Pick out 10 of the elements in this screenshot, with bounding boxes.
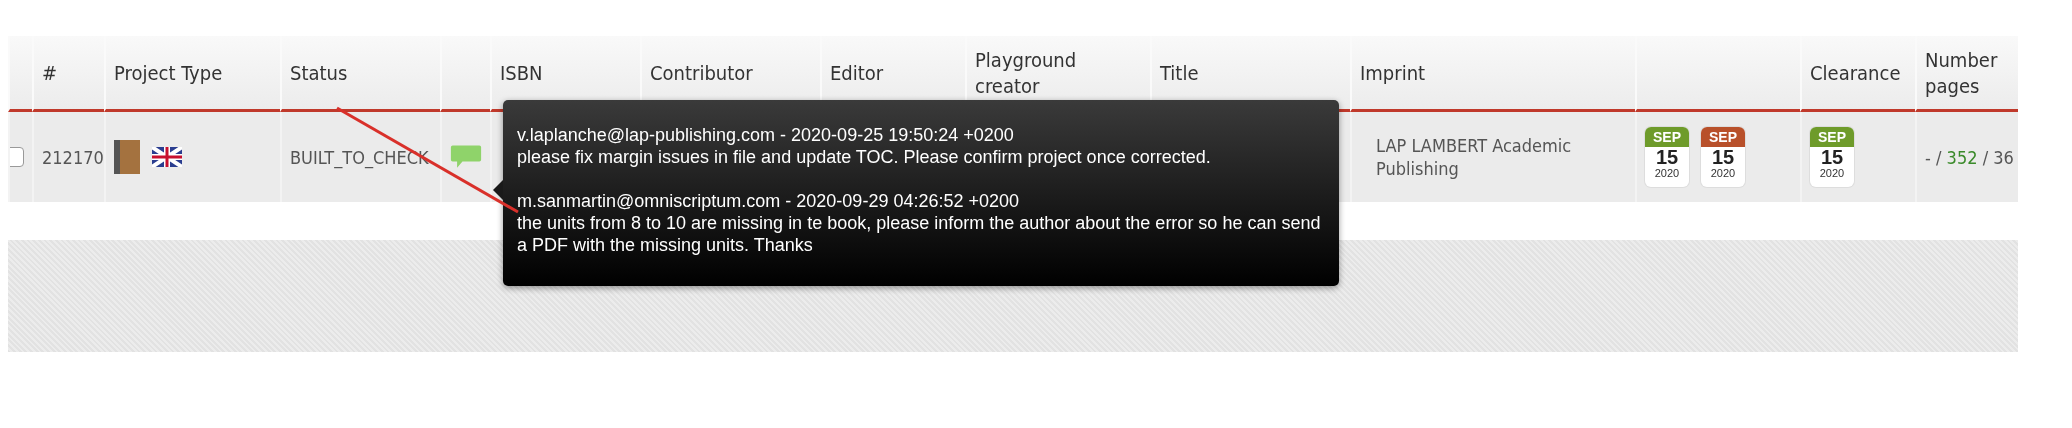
comment-header: m.sanmartin@omniscriptum.com - 2020-09-29 04:26:52 +0200 (517, 190, 1021, 212)
id-cell: 212170 (42, 146, 104, 168)
date-badge: SEP 15 2020 (1645, 127, 1689, 187)
date-badge: SEP 15 2020 (1701, 127, 1745, 187)
comment-text: please fix margin issues in file and update TOC. Please confirm project once corrected. (517, 146, 1212, 168)
comment-header: v.laplanche@lap-publishing.com - 2020-09-25 19:50:24 +0200 (517, 124, 1015, 146)
comment-text: the units from 8 to 10 are missing in te book, please inform the author about the error so he can send a PDF with the missing units. Thanks (517, 212, 1322, 256)
imprint-cell-text: LAP LAMBERT Academic Publishing (1376, 133, 1573, 181)
date-badge: SEP 15 2020 (1810, 127, 1854, 187)
pages-cell: - / 352 / 36 (1925, 146, 2014, 168)
